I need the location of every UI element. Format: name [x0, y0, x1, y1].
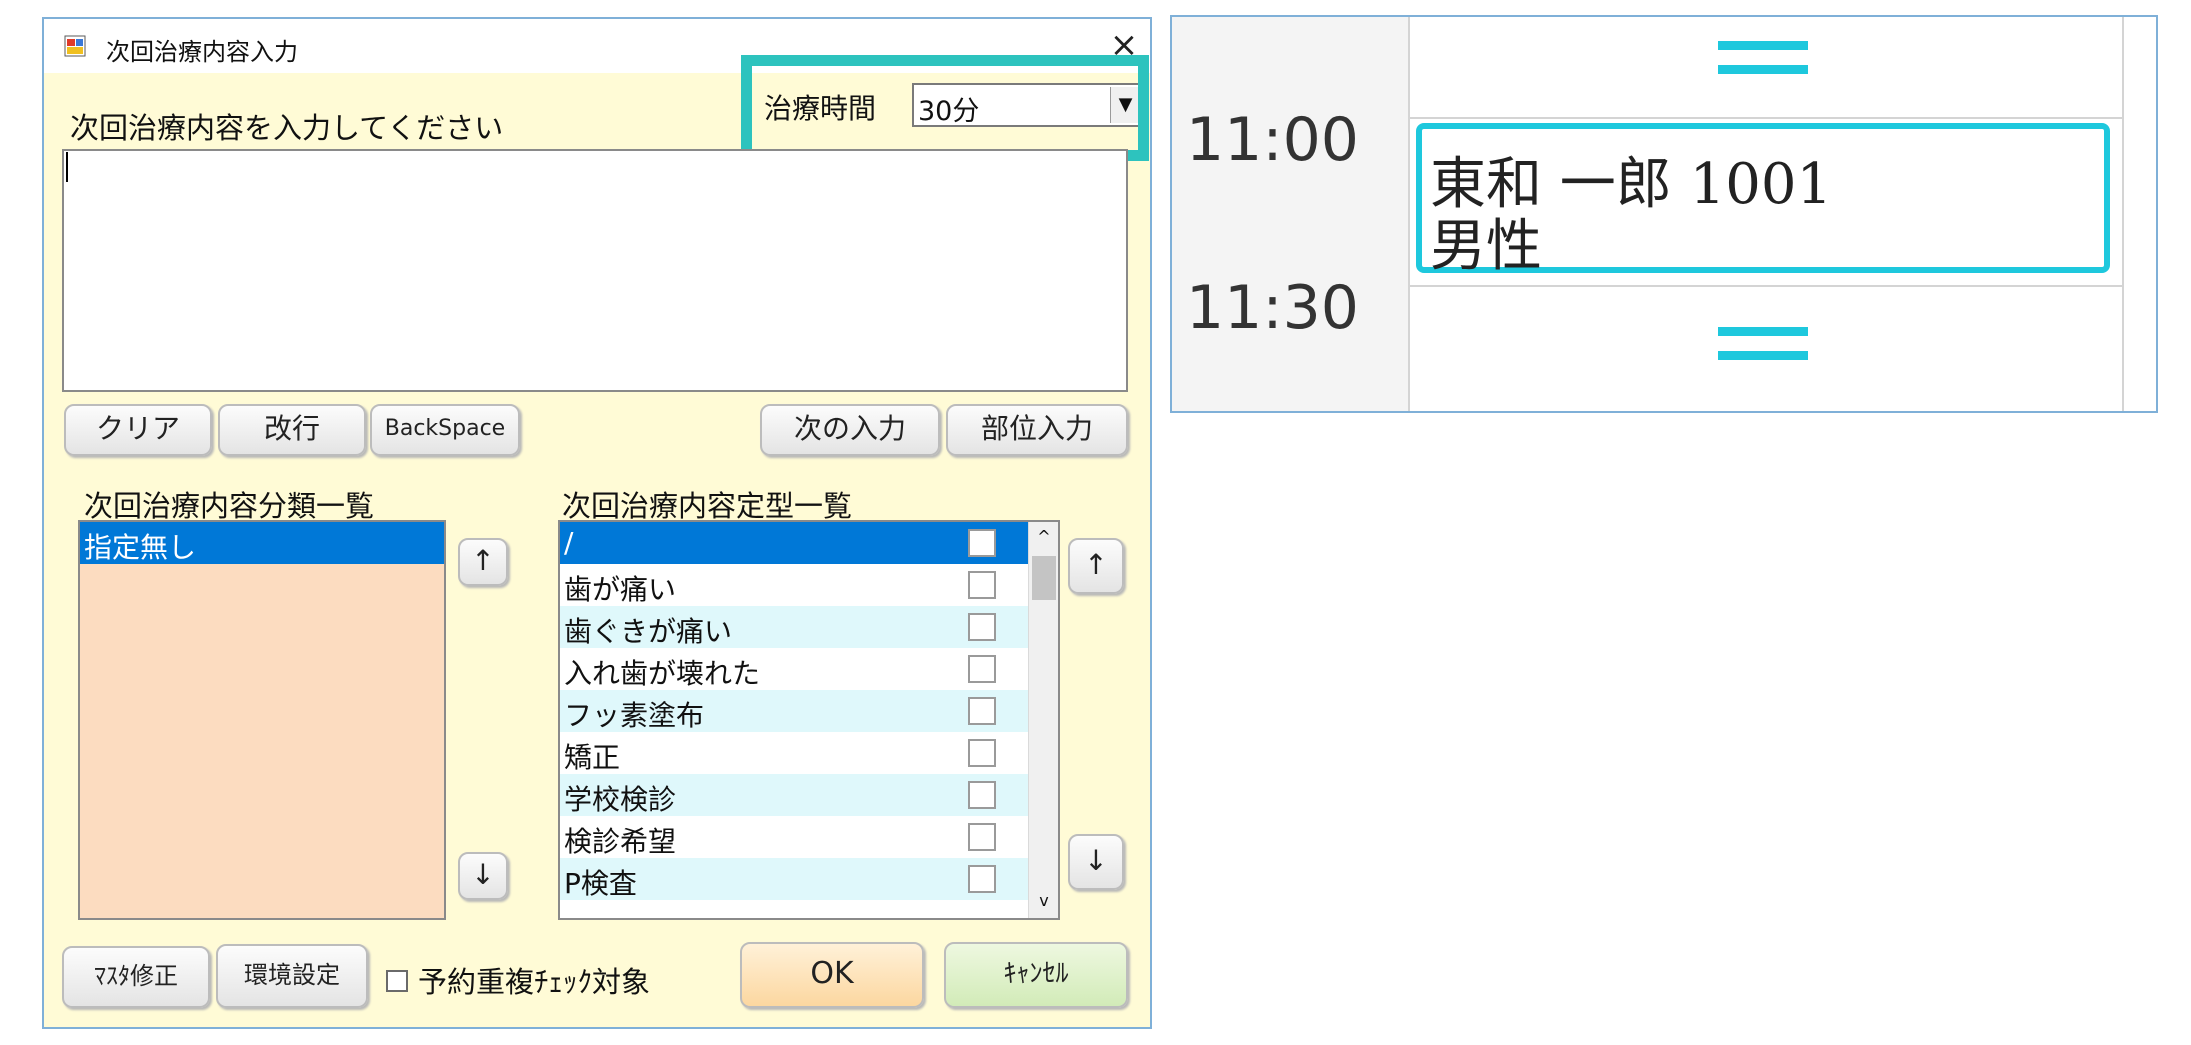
list-item[interactable]: フッ素塗布: [560, 690, 1030, 732]
time-label-1100: 11:00: [1186, 105, 1359, 175]
template-checkbox[interactable]: [968, 781, 996, 809]
time-label-1130: 11:30: [1186, 273, 1359, 343]
divider: [1408, 17, 1410, 411]
template-down-button[interactable]: ↓: [1068, 834, 1124, 890]
list-item[interactable]: 検診希望: [560, 816, 1030, 858]
list-item[interactable]: 歯ぐきが痛い: [560, 606, 1030, 648]
template-checkbox[interactable]: [968, 697, 996, 725]
treatment-content-textarea[interactable]: [62, 149, 1128, 392]
category-listbox[interactable]: 指定無し: [78, 520, 446, 920]
appointment-gender: 男性: [1430, 214, 1542, 279]
slot-marker-icon: [1718, 41, 1808, 50]
treatment-input-dialog: 次回治療内容入力 × 次回治療内容を入力してください 治療時間 30分 ▼ クリ…: [42, 17, 1152, 1029]
template-checkbox[interactable]: [968, 571, 996, 599]
template-checkbox[interactable]: [968, 655, 996, 683]
template-checkbox[interactable]: [968, 823, 996, 851]
newline-button[interactable]: 改行: [218, 404, 366, 456]
category-list-title: 次回治療内容分類一覧: [84, 489, 375, 523]
appointment-card[interactable]: 東和 一郎 1001 男性: [1416, 123, 2110, 279]
divider: [1410, 117, 2122, 119]
part-input-button[interactable]: 部位入力: [946, 404, 1128, 456]
schedule-panel: 11:00 11:30 東和 一郎 1001 男性: [1170, 15, 2158, 413]
instruction-label: 次回治療内容を入力してください: [70, 111, 504, 145]
scroll-down-icon[interactable]: v: [1029, 886, 1058, 916]
template-listbox[interactable]: / 歯が痛い 歯ぐきが痛い 入れ歯が壊れた フッ素塗布 矯正 学校検診 検診希望…: [558, 520, 1060, 920]
master-edit-button[interactable]: ﾏｽﾀ修正: [62, 946, 210, 1008]
duplicate-check-checkbox[interactable]: [386, 970, 408, 992]
list-item[interactable]: 入れ歯が壊れた: [560, 648, 1030, 690]
settings-button[interactable]: 環境設定: [216, 944, 368, 1008]
template-checkbox[interactable]: [968, 739, 996, 767]
window-title: 次回治療内容入力: [106, 38, 298, 66]
template-checkbox[interactable]: [968, 613, 996, 641]
time-column: [1172, 17, 1408, 411]
slot-marker-icon: [1718, 65, 1808, 74]
template-item-selected[interactable]: /: [560, 522, 1030, 564]
app-icon: [64, 35, 86, 57]
next-input-button[interactable]: 次の入力: [760, 404, 940, 456]
slot-marker-icon: [1718, 327, 1808, 336]
list-item[interactable]: 歯が痛い: [560, 564, 1030, 606]
duplicate-check-label: 予約重複ﾁｪｯｸ対象: [418, 965, 651, 999]
template-checkbox[interactable]: [968, 529, 996, 557]
category-up-button[interactable]: ↑: [458, 538, 508, 586]
list-item[interactable]: P検査: [560, 858, 1030, 900]
slot-marker-icon: [1718, 351, 1808, 360]
category-item-selected[interactable]: 指定無し: [80, 522, 444, 564]
list-item[interactable]: 矯正: [560, 732, 1030, 774]
divider: [2122, 17, 2124, 411]
text-caret: [66, 152, 68, 182]
backspace-button[interactable]: BackSpace: [370, 404, 520, 456]
scroll-thumb[interactable]: [1032, 556, 1056, 600]
cancel-button[interactable]: ｷｬﾝｾﾙ: [944, 942, 1128, 1008]
category-down-button[interactable]: ↓: [458, 852, 508, 900]
template-list-title: 次回治療内容定型一覧: [562, 489, 853, 523]
treatment-time-highlight: [741, 55, 1149, 161]
divider: [1410, 285, 2122, 287]
list-item[interactable]: 学校検診: [560, 774, 1030, 816]
ok-button[interactable]: OK: [740, 942, 924, 1008]
template-scrollbar[interactable]: ^ v: [1028, 522, 1058, 918]
template-up-button[interactable]: ↑: [1068, 538, 1124, 594]
template-checkbox[interactable]: [968, 865, 996, 893]
scroll-up-icon[interactable]: ^: [1029, 522, 1058, 552]
clear-button[interactable]: クリア: [64, 404, 212, 456]
